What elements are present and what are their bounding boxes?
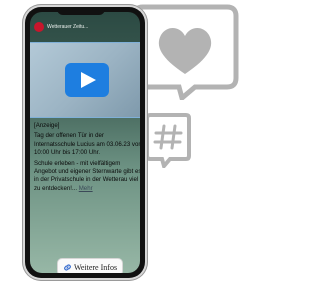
phone-notch [57, 7, 105, 15]
ad-header: Wetterauer Zeitu... [34, 21, 136, 33]
sponsor-logo-icon [34, 22, 44, 32]
more-info-label: Weitere Infos [73, 262, 118, 272]
ad-paragraph-1: Tag der offenen Tür in der Internatsschu… [34, 132, 140, 157]
ad-label: [Anzeige] [34, 122, 60, 129]
smartphone-frame: Wetterauer Zeitu... [Anzeige] Tag der of… [22, 4, 148, 281]
hashtag-bubble-icon [145, 113, 191, 168]
sponsor-name[interactable]: Wetterauer Zeitu... [47, 24, 88, 30]
link-icon [63, 263, 71, 271]
ad-text: [Anzeige] Tag der offenen Tür in der Int… [34, 122, 140, 195]
phone-bezel: Wetterauer Zeitu... [Anzeige] Tag der of… [25, 7, 145, 278]
ad-screen: Wetterauer Zeitu... [Anzeige] Tag der of… [30, 12, 140, 273]
play-icon[interactable] [65, 63, 109, 97]
ad-paragraph-2: Schule erleben - mit vielfältigem Angebo… [34, 160, 140, 194]
video-player[interactable] [30, 42, 140, 118]
more-link[interactable]: Mehr [79, 185, 93, 192]
more-info-button[interactable]: Weitere Infos [57, 258, 123, 273]
